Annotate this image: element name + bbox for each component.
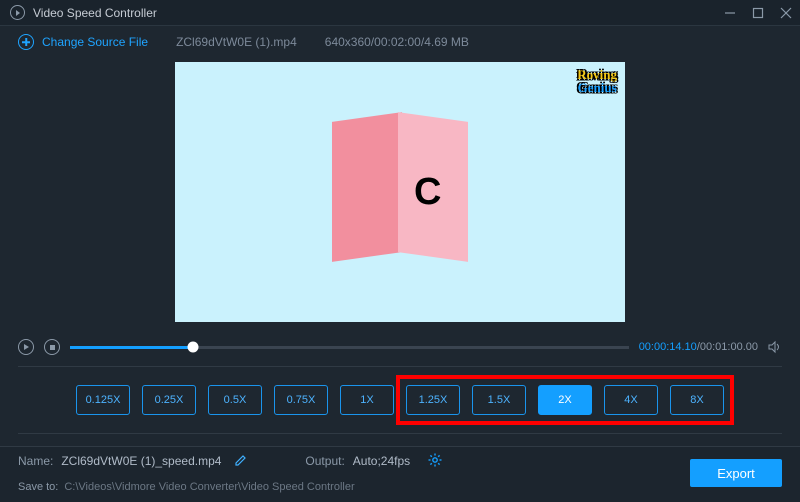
preview-area: Roving Genius C — [0, 58, 800, 322]
change-source-label: Change Source File — [42, 35, 148, 49]
speed-button-0p75x[interactable]: 0.75X — [274, 385, 328, 415]
speed-button-0p5x[interactable]: 0.5X — [208, 385, 262, 415]
current-time: 00:00:14.10 — [639, 341, 697, 353]
book-graphic: C — [332, 117, 468, 267]
saveto-value: C:\Videos\Vidmore Video Converter\Video … — [64, 481, 354, 493]
total-time: 00:01:00.00 — [700, 341, 758, 353]
play-button[interactable] — [18, 339, 34, 355]
maximize-button[interactable] — [744, 0, 772, 26]
source-filename: ZCl69dVtW0E (1).mp4 — [176, 35, 297, 49]
export-button[interactable]: Export — [690, 459, 782, 487]
output-section: Output: Auto;24fps — [305, 453, 442, 470]
plus-circle-icon — [18, 34, 34, 50]
speed-button-4x[interactable]: 4X — [604, 385, 658, 415]
speed-button-1p25x[interactable]: 1.25X — [406, 385, 460, 415]
seek-fill — [70, 346, 193, 349]
bottom-bar: Name: ZCl69dVtW0E (1)_speed.mp4 Output: … — [0, 446, 800, 502]
stop-button[interactable] — [44, 339, 60, 355]
speed-button-0p125x[interactable]: 0.125X — [76, 385, 130, 415]
stop-icon — [50, 345, 55, 350]
change-source-button[interactable]: Change Source File — [18, 34, 148, 50]
speed-button-2x[interactable]: 2X — [538, 385, 592, 415]
output-settings-button[interactable] — [428, 453, 442, 470]
output-value: Auto;24fps — [353, 454, 410, 468]
time-display: 00:00:14.10/00:01:00.00 — [639, 341, 758, 353]
seek-thumb[interactable] — [187, 342, 198, 353]
play-icon — [24, 344, 29, 350]
output-label: Output: — [305, 454, 344, 468]
book-letter: C — [414, 171, 441, 214]
name-value: ZCl69dVtW0E (1)_speed.mp4 — [61, 454, 221, 468]
export-label: Export — [717, 466, 755, 481]
speed-row: 0.125X 0.25X 0.5X 0.75X 1X 1.25X 1.5X 2X 4X 8X — [0, 369, 800, 431]
name-label: Name: — [18, 454, 53, 468]
speed-button-1p5x[interactable]: 1.5X — [472, 385, 526, 415]
volume-button[interactable] — [768, 340, 782, 354]
speed-button-0p25x[interactable]: 0.25X — [142, 385, 196, 415]
close-button[interactable] — [772, 0, 800, 26]
edit-name-button[interactable] — [235, 454, 247, 469]
minimize-button[interactable] — [716, 0, 744, 26]
saveto-label: Save to: — [18, 481, 58, 493]
speed-button-8x[interactable]: 8X — [670, 385, 724, 415]
titlebar: Video Speed Controller — [0, 0, 800, 26]
bottom-row-settings: Name: ZCl69dVtW0E (1)_speed.mp4 Output: … — [0, 447, 800, 475]
bottom-row-saveto: Save to: C:\Videos\Vidmore Video Convert… — [0, 475, 800, 499]
app-logo-icon — [10, 5, 25, 20]
separator — [18, 366, 782, 367]
separator-2 — [18, 433, 782, 434]
seek-slider[interactable] — [70, 346, 629, 349]
watermark: Roving Genius — [577, 68, 617, 94]
video-preview[interactable]: Roving Genius C — [175, 62, 625, 322]
playback-controls: 00:00:14.10/00:01:00.00 — [0, 330, 800, 364]
toolbar: Change Source File ZCl69dVtW0E (1).mp4 6… — [0, 26, 800, 58]
app-title: Video Speed Controller — [33, 6, 157, 20]
speed-button-1x[interactable]: 1X — [340, 385, 394, 415]
source-fileinfo: 640x360/00:02:00/4.69 MB — [325, 35, 469, 49]
watermark-line2: Genius — [577, 81, 617, 94]
